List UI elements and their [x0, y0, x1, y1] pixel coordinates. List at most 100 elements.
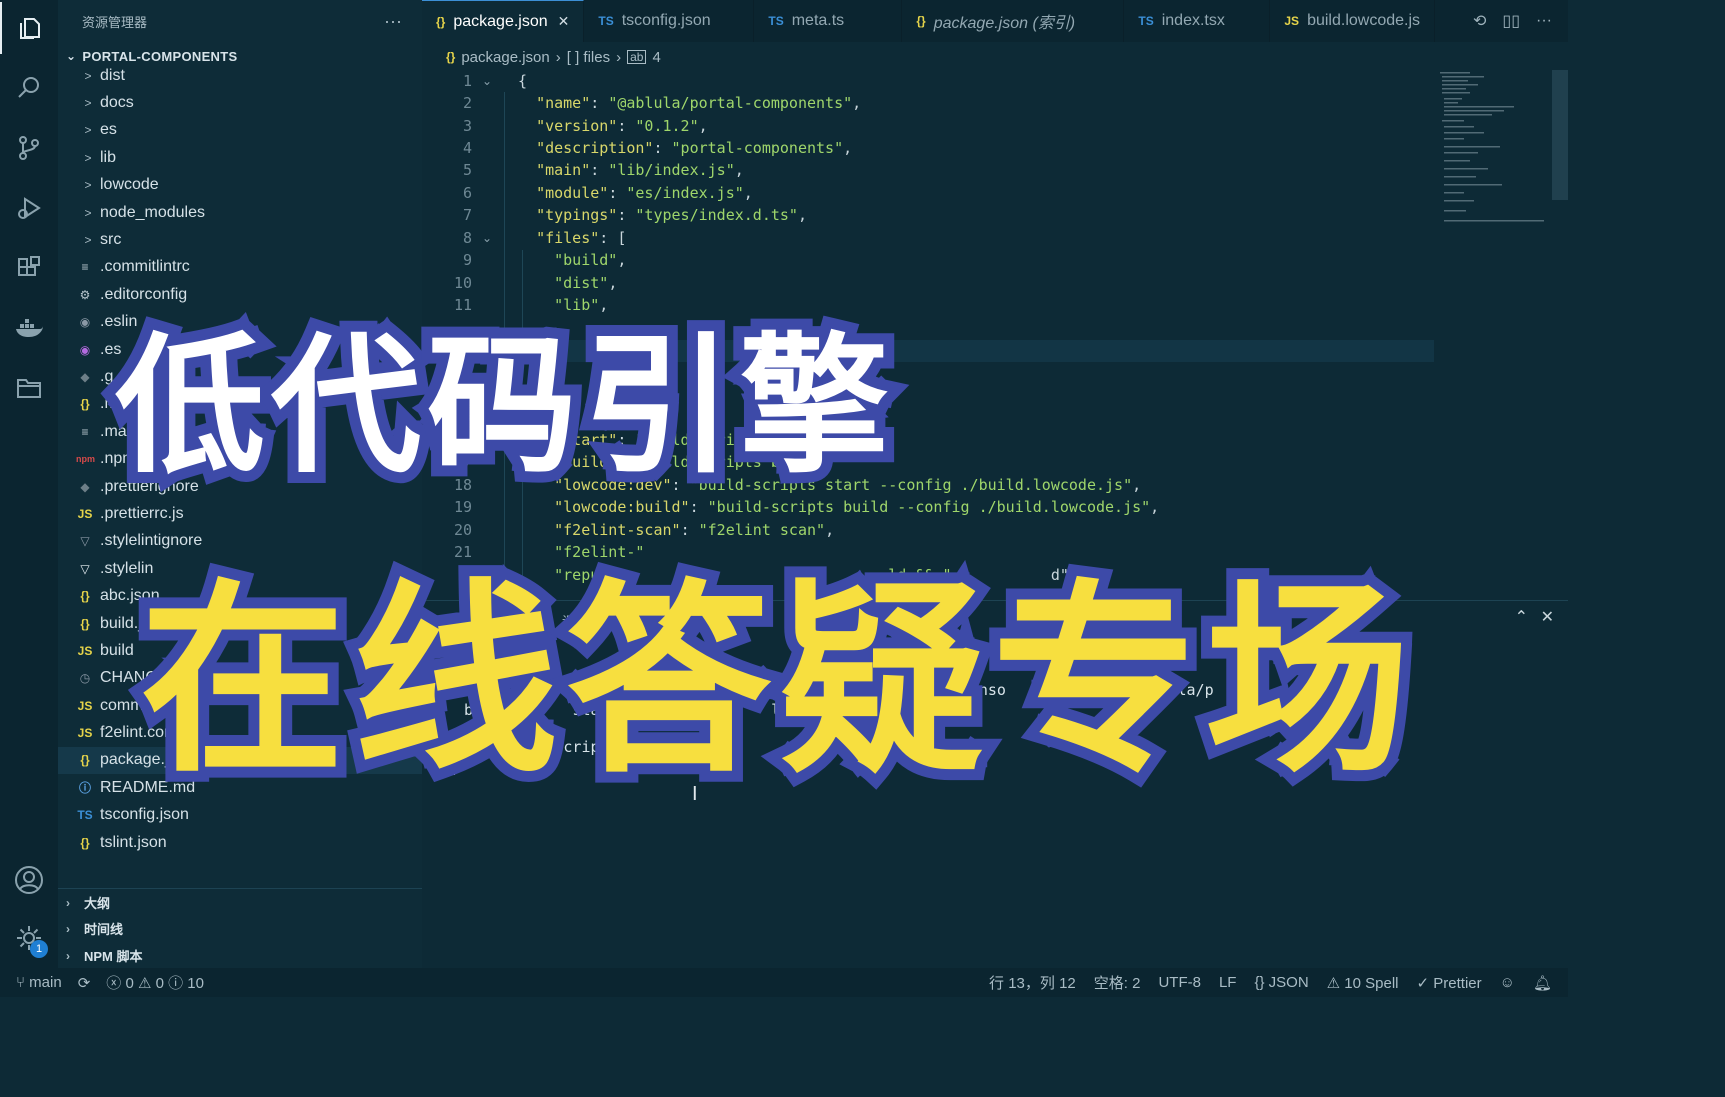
code-line: { [518, 72, 528, 90]
breadcrumb-files[interactable]: [ ] files [567, 49, 610, 66]
extensions-icon[interactable] [0, 242, 58, 294]
chevron-right-icon: > [84, 233, 92, 248]
line-number: 7 [462, 206, 472, 224]
sync-icon[interactable]: ⟳ [78, 974, 91, 992]
tree-file[interactable]: {} tslint.json [58, 829, 422, 856]
file-type-icon: {} [80, 589, 90, 604]
file-type-icon: JS [77, 643, 93, 658]
breadcrumb: {} package.json › [ ] files › ab 4 [446, 46, 661, 68]
file-type-icon: ≡ [81, 260, 89, 275]
more-actions-icon[interactable]: ··· [384, 11, 402, 32]
json-file-icon: {} [916, 14, 926, 28]
info-count: 10 [187, 975, 204, 992]
language-mode[interactable]: {} JSON [1254, 974, 1308, 991]
status-right: 行 13，列 12 空格: 2 UTF-8 LF {} JSON ⚠ 10 Sp… [989, 968, 1552, 997]
timeline-section[interactable]: › 时间线 [58, 915, 422, 942]
split-editor-icon[interactable]: ▯▯ [1502, 11, 1520, 31]
tab-package-json[interactable]: {} package.json ✕ [422, 0, 585, 42]
chevron-right-icon: › [66, 948, 70, 963]
spell-label: 10 Spell [1344, 974, 1399, 992]
npm-scripts-section[interactable]: › NPM 脚本 [58, 942, 422, 969]
docker-icon[interactable] [0, 302, 58, 354]
close-icon[interactable]: ✕ [558, 13, 570, 30]
line-number: 8 [462, 229, 472, 247]
ts-file-icon: TS [598, 14, 614, 28]
chevron-up-icon[interactable]: ⌃ [1515, 607, 1528, 627]
fold-chevron-icon[interactable]: ⌄ [482, 74, 492, 88]
status-bar: ⑂ main ⟳ ⓧ 0 ⚠ 0 ⓘ 10 行 13，列 12 空格: 2 UT… [0, 968, 1568, 997]
tree-folder[interactable]: > es [58, 117, 422, 144]
tree-file[interactable]: ≡ .commitlintrc [58, 254, 422, 281]
line-ending[interactable]: LF [1219, 974, 1237, 991]
chevron-down-icon: ⌄ [66, 49, 77, 63]
code-line: "module": "es/index.js", [536, 184, 753, 202]
breadcrumb-file[interactable]: package.json [461, 49, 549, 66]
activity-bar: 1 [0, 0, 58, 968]
tree-folder[interactable]: > dist [58, 62, 422, 89]
file-type-icon: ⓘ [78, 781, 91, 796]
line-number: 3 [462, 117, 472, 135]
info-icon: ⓘ [168, 975, 184, 992]
tree-folder[interactable]: > lowcode [58, 172, 422, 199]
check-icon: ✓ [1416, 974, 1434, 992]
more-icon[interactable]: ··· [1536, 12, 1552, 30]
close-panel-icon[interactable]: ✕ [1541, 607, 1554, 627]
warning-icon: ⚠ [137, 975, 152, 992]
file-type-icon: ⚙ [79, 287, 91, 302]
encoding[interactable]: UTF-8 [1158, 974, 1201, 991]
file-type-icon: ≡ [81, 424, 89, 439]
chevron-right-icon: › [555, 48, 561, 66]
file-type-icon: {} [80, 753, 90, 768]
chevron-right-icon: > [84, 205, 92, 220]
indentation[interactable]: 空格: 2 [1094, 972, 1141, 993]
tab-actions: ⟲ ▯▯ ··· [1473, 0, 1552, 42]
history-icon[interactable]: ⟲ [1473, 11, 1486, 31]
minimap[interactable] [1436, 70, 1554, 230]
tab-label: package.json [453, 12, 548, 30]
problems-indicator[interactable]: ⓧ 0 ⚠ 0 ⓘ 10 [106, 972, 204, 993]
bell-icon[interactable]: 🔔︎ [1533, 974, 1552, 992]
chevron-right-icon: › [66, 895, 70, 910]
spell-check[interactable]: ⚠ 10 Spell [1327, 974, 1399, 992]
tree-folder[interactable]: > lib [58, 144, 422, 171]
feedback-icon[interactable]: ☺ [1500, 974, 1515, 991]
tree-folder[interactable]: > node_modules [58, 199, 422, 226]
npm-scripts-label: NPM 脚本 [84, 949, 143, 964]
gear-icon[interactable] [0, 912, 58, 964]
chevron-right-icon: > [84, 123, 92, 138]
tree-item-label: tslint.json [100, 833, 167, 851]
tree-folder[interactable]: > docs [58, 89, 422, 116]
search-icon[interactable] [0, 62, 58, 114]
folder-icon[interactable] [0, 362, 58, 414]
explorer-icon[interactable] [0, 2, 58, 54]
outline-section[interactable]: › 大纲 [58, 888, 422, 916]
code-line: "description": "portal-components", [536, 139, 853, 157]
account-icon[interactable] [0, 854, 58, 906]
tab-label: meta.ts [791, 12, 845, 29]
string-icon: ab [627, 50, 647, 64]
file-type-icon: JS [77, 726, 93, 741]
tab-meta-ts[interactable]: TS meta.ts [754, 0, 903, 42]
file-type-icon: ▽ [80, 534, 90, 549]
editor-scrollbar[interactable] [1552, 70, 1568, 200]
warning-icon: ⚠ [1326, 974, 1345, 992]
file-type-icon: ◆ [80, 369, 90, 384]
code-line: "build", [554, 251, 627, 269]
debug-icon[interactable] [0, 182, 58, 234]
branch-indicator[interactable]: ⑂ main [16, 974, 62, 991]
source-control-icon[interactable] [0, 122, 58, 174]
fold-chevron-icon[interactable]: ⌄ [482, 231, 492, 245]
tab-package-json-index[interactable]: {} package.json (索引) [902, 0, 1125, 42]
json-file-icon: {} [446, 50, 456, 64]
breadcrumb-index[interactable]: 4 [652, 49, 660, 66]
tree-folder[interactable]: > src [58, 226, 422, 253]
tab-index-tsx[interactable]: TS index.tsx [1124, 0, 1271, 42]
code-line: "typings": "types/index.d.ts", [536, 206, 807, 224]
tree-item-label: docs [100, 94, 134, 112]
line-number: 2 [462, 94, 472, 112]
code-line: "version": "0.1.2", [536, 117, 708, 135]
tab-tsconfig-json[interactable]: TS tsconfig.json [584, 0, 755, 42]
cursor-position[interactable]: 行 13，列 12 [989, 972, 1076, 993]
tab-build-lowcode-js[interactable]: JS build.lowcode.js [1270, 0, 1436, 42]
prettier-status[interactable]: ✓ Prettier [1417, 974, 1482, 992]
